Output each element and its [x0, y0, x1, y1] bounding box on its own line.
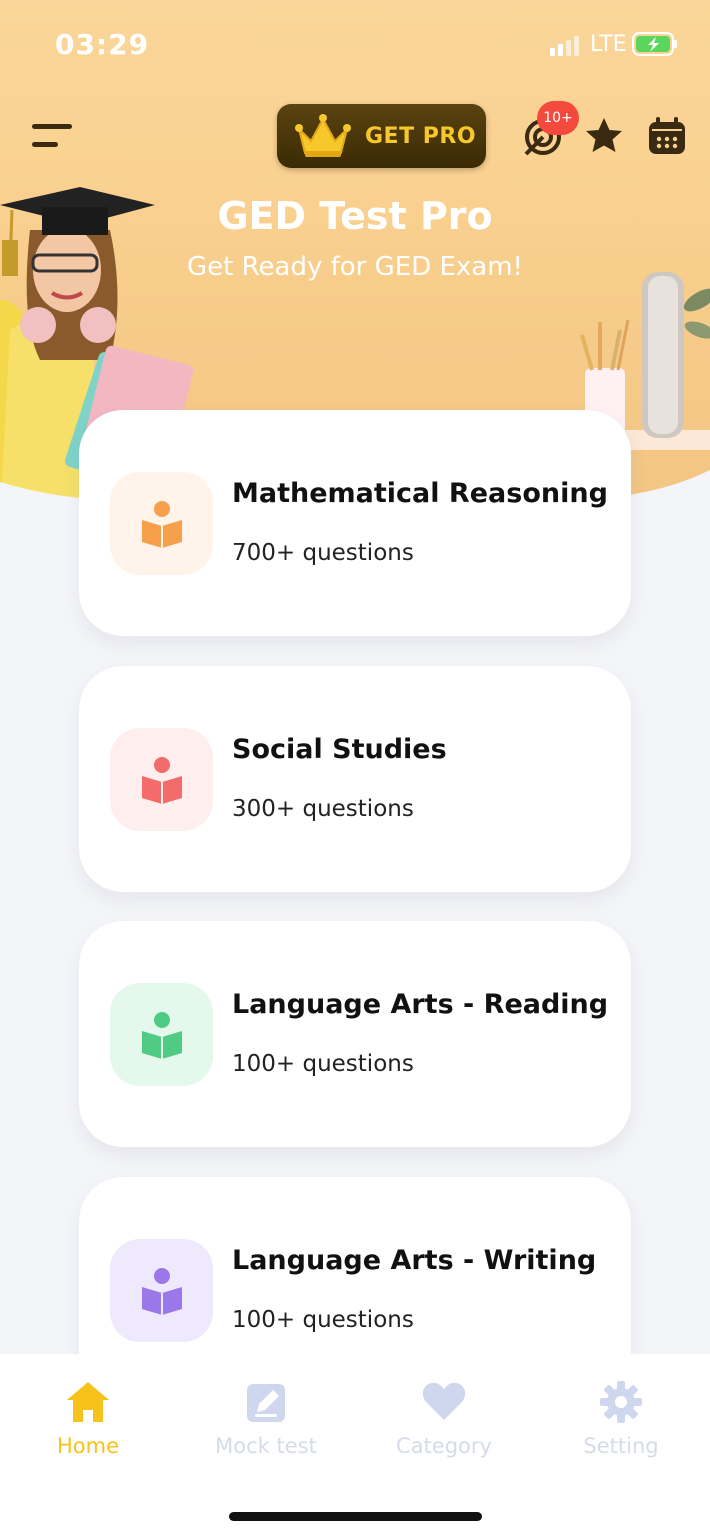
subject-name: Mathematical Reasoning [232, 478, 608, 509]
network-type: LTE [590, 32, 627, 57]
book-reader-icon [141, 1011, 182, 1059]
heart-icon [422, 1382, 466, 1420]
nav-label: Mock test [215, 1434, 317, 1458]
subject-icon-box [110, 983, 213, 1086]
bottom-nav: Home Mock test Category Setting [0, 1354, 710, 1536]
signal-icon [550, 36, 579, 56]
subject-name: Language Arts - Reading [232, 989, 609, 1020]
star-icon[interactable] [583, 115, 625, 157]
crown-icon [295, 114, 351, 157]
nav-label: Setting [583, 1434, 659, 1458]
status-bar: 03:29 LTE [0, 0, 710, 90]
subject-name: Social Studies [232, 734, 447, 765]
get-pro-label: GET PRO [365, 123, 477, 149]
edit-icon [247, 1384, 285, 1422]
subject-icon-box [110, 728, 213, 831]
battery-icon [632, 32, 677, 56]
app-subtitle: Get Ready for GED Exam! [187, 252, 523, 282]
nav-label: Home [56, 1434, 119, 1458]
subject-card-reading[interactable]: Language Arts - Reading 100+ questions [79, 921, 631, 1147]
subject-question-count: 300+ questions [232, 796, 414, 822]
gear-icon [600, 1381, 642, 1423]
app-title: GED Test Pro [217, 194, 493, 238]
nav-label: Category [396, 1434, 492, 1458]
book-reader-icon [141, 756, 182, 804]
book-reader-icon [141, 500, 182, 548]
subject-name: Language Arts - Writing [232, 1245, 597, 1276]
menu-icon[interactable] [30, 118, 74, 158]
subject-card-social-studies[interactable]: Social Studies 300+ questions [79, 666, 631, 892]
home-indicator [229, 1512, 482, 1521]
book-reader-icon [141, 1267, 182, 1315]
subject-card-math[interactable]: Mathematical Reasoning 700+ questions [79, 410, 631, 636]
calendar-icon[interactable] [646, 115, 688, 157]
nav-setting[interactable]: Setting [541, 1380, 701, 1458]
subject-icon-box [110, 1239, 213, 1342]
home-icon [67, 1382, 109, 1422]
nav-mock-test[interactable]: Mock test [186, 1380, 346, 1458]
subject-question-count: 100+ questions [232, 1051, 414, 1077]
nav-home[interactable]: Home [8, 1380, 168, 1458]
status-time: 03:29 [55, 28, 150, 61]
subject-question-count: 700+ questions [232, 540, 414, 566]
get-pro-button[interactable]: GET PRO [277, 104, 486, 168]
nav-category[interactable]: Category [364, 1380, 524, 1458]
subject-question-count: 100+ questions [232, 1307, 414, 1333]
notification-badge: 10+ [537, 101, 579, 135]
subject-icon-box [110, 472, 213, 575]
